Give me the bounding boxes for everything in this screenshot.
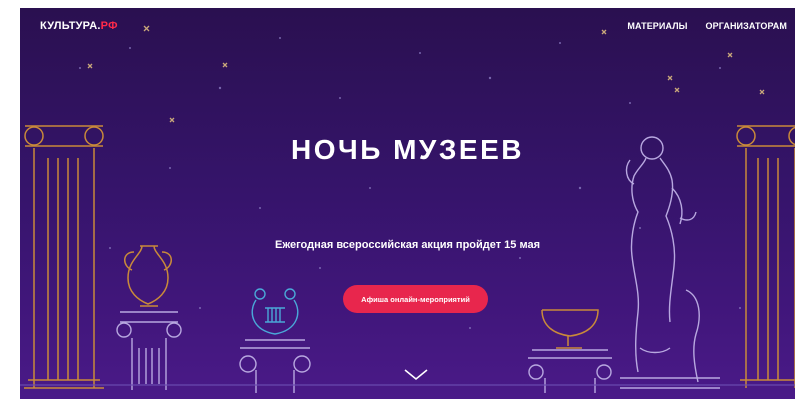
site-logo[interactable]: КУЛЬТУРА.РФ — [40, 20, 118, 32]
hero-title: НОЧЬ МУЗЕЕВ — [291, 134, 524, 165]
logo-rf-text: РФ — [100, 20, 118, 32]
right-pedestal — [528, 349, 612, 393]
top-bar: КУЛЬТУРА.РФ МАТЕРИАЛЫ ОРГАНИЗАТОРАМ — [20, 8, 795, 44]
top-nav: МАТЕРИАЛЫ ОРГАНИЗАТОРАМ — [627, 21, 787, 31]
lyre — [251, 288, 299, 335]
hero-banner: КУЛЬТУРА.РФ МАТЕРИАЛЫ ОРГАНИЗАТОРАМ НОЧЬ… — [20, 8, 795, 399]
left-pedestal — [116, 311, 182, 390]
floor-line — [20, 384, 795, 386]
amphora — [124, 245, 172, 307]
logo-main-text: КУЛЬТУРА. — [40, 20, 101, 32]
nav-link-organizers[interactable]: ОРГАНИЗАТОРАМ — [706, 21, 787, 31]
hero-subtitle: Ежегодная всероссийская акция пройдет 15… — [274, 239, 540, 251]
events-button[interactable]: Афиша онлайн-мероприятий — [343, 285, 488, 313]
goblet — [541, 309, 599, 349]
scroll-down-chevron-icon[interactable] — [403, 368, 429, 382]
nav-link-materials[interactable]: МАТЕРИАЛЫ — [627, 21, 687, 31]
statue — [620, 136, 720, 389]
museum-illustration — [24, 25, 795, 393]
